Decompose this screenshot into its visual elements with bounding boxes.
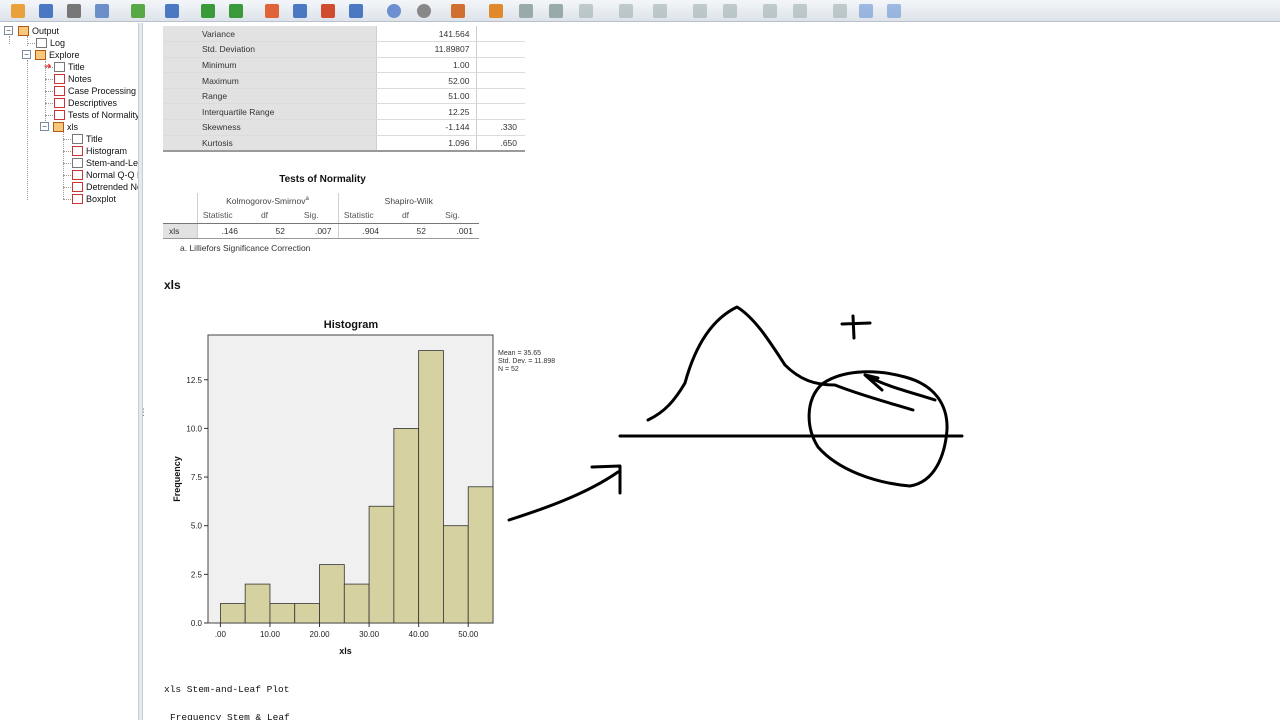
ink-arrow-shaft [507,470,620,522]
ink-pointer-arrow [863,373,937,402]
ink-skewed-curve [646,305,915,422]
ink-strokes [507,305,964,522]
ink-annotation-layer [507,305,964,522]
ink-tail-circle [807,370,949,488]
ink-plus-sign [840,314,872,340]
